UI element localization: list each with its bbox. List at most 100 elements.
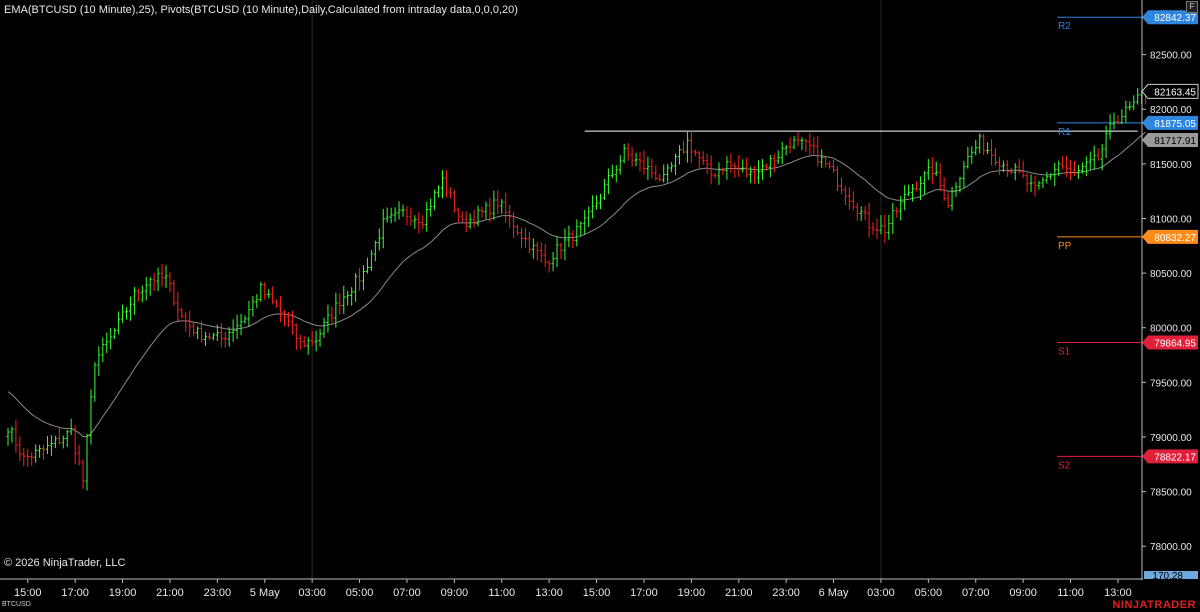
candle xyxy=(1084,156,1088,176)
candle xyxy=(563,228,567,261)
candle xyxy=(903,185,907,211)
candle xyxy=(275,299,279,308)
candle xyxy=(713,173,717,179)
y-tick-label: 82500.00 xyxy=(1150,51,1192,62)
candle xyxy=(196,326,200,340)
candle xyxy=(326,304,330,333)
candle xyxy=(1112,112,1116,130)
y-tick-label: 82000.00 xyxy=(1150,105,1192,116)
y-tick-label: 81000.00 xyxy=(1150,214,1192,225)
x-tick-label: 17:00 xyxy=(630,587,658,599)
y-tick-label: 80000.00 xyxy=(1150,324,1192,335)
candle xyxy=(128,296,132,321)
candle xyxy=(575,219,579,247)
bottom-axis-marker-text: 170.28 xyxy=(1152,571,1183,582)
candle xyxy=(689,131,693,163)
candle xyxy=(1005,160,1009,177)
price-chart[interactable]: R2 R1 PP S1 S2 78000.00 78500.00 79000.00 79500… xyxy=(0,0,1200,612)
candle xyxy=(53,435,57,449)
candle xyxy=(164,265,168,288)
candle xyxy=(354,273,358,302)
x-tick-label: 23:00 xyxy=(204,587,232,599)
candle xyxy=(768,155,772,178)
pivot-label-pp: PP xyxy=(1058,241,1072,252)
candle xyxy=(46,435,49,455)
candle xyxy=(132,286,136,315)
candle xyxy=(851,191,855,211)
candle xyxy=(362,265,365,291)
pivot-badge-s1-text: 79864.95 xyxy=(1154,338,1196,349)
candle xyxy=(1104,125,1108,158)
candle xyxy=(1132,95,1136,111)
candle xyxy=(81,459,85,489)
candle xyxy=(816,136,820,167)
candle xyxy=(757,160,760,184)
candle xyxy=(990,139,994,166)
candle xyxy=(421,215,425,230)
chart-corner-button[interactable]: F xyxy=(1186,1,1198,13)
candle xyxy=(136,288,140,302)
candle xyxy=(1096,148,1100,161)
candle xyxy=(614,165,618,183)
candle xyxy=(994,148,997,166)
candle xyxy=(1017,158,1021,174)
candle xyxy=(77,444,81,466)
instrument-label: BTCUSD xyxy=(2,601,31,608)
ema-price-badge: 81717.91 xyxy=(1142,133,1198,148)
candle xyxy=(223,331,227,348)
candle xyxy=(642,150,646,175)
candle xyxy=(144,276,148,301)
candle xyxy=(721,167,725,176)
candle xyxy=(1029,174,1033,193)
candle xyxy=(646,156,650,180)
candle xyxy=(879,215,883,235)
x-tick-label: 11:00 xyxy=(488,587,515,599)
y-tick-label: 80500.00 xyxy=(1150,269,1192,280)
candle xyxy=(1013,163,1017,181)
candle xyxy=(184,311,188,332)
candle xyxy=(259,281,263,302)
candle xyxy=(302,335,306,348)
candle xyxy=(737,155,741,177)
candle xyxy=(290,310,294,335)
candle xyxy=(946,192,950,209)
candle xyxy=(369,250,373,272)
y-tick-label: 79500.00 xyxy=(1150,378,1192,389)
candle xyxy=(804,138,808,153)
last-price-badge-text: 82163.45 xyxy=(1154,87,1196,98)
session-separators xyxy=(311,0,882,579)
x-tick-label: 13:00 xyxy=(1104,587,1132,599)
candle xyxy=(745,157,749,178)
x-tick-label: 03:00 xyxy=(867,587,895,599)
x-tick-label: 05:00 xyxy=(915,587,943,599)
candle xyxy=(1025,173,1029,193)
candle xyxy=(610,164,614,179)
candle xyxy=(61,435,65,449)
candle xyxy=(907,184,911,196)
candle xyxy=(516,224,520,236)
candle xyxy=(255,294,259,309)
candle xyxy=(85,433,89,491)
candle xyxy=(824,155,828,167)
candle xyxy=(986,142,990,155)
candle xyxy=(962,160,966,189)
candle xyxy=(792,136,796,150)
time-axis[interactable]: 15:00 17:00 19:00 21:00 23:00 5 May 03:00 05:00… xyxy=(14,579,1132,599)
candle xyxy=(843,186,847,205)
candle xyxy=(346,291,350,306)
candle xyxy=(626,143,630,161)
candle xyxy=(188,310,192,337)
candle xyxy=(527,231,531,254)
candle xyxy=(484,201,488,219)
candle xyxy=(476,205,480,227)
candle xyxy=(405,205,409,226)
candle xyxy=(239,313,243,336)
candle xyxy=(863,206,867,221)
pivot-badge-s2-text: 78822.17 xyxy=(1154,452,1196,463)
candle xyxy=(543,244,547,267)
candle xyxy=(638,151,642,172)
candle xyxy=(448,187,452,199)
candle xyxy=(595,195,599,210)
candle xyxy=(65,429,69,447)
candle xyxy=(606,168,610,195)
